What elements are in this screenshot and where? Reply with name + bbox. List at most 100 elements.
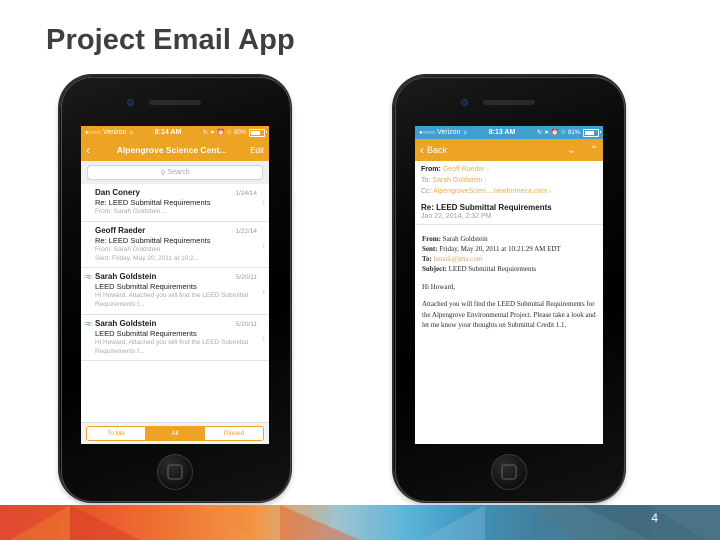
chevron-right-icon[interactable]: ›: [262, 333, 265, 343]
phone-mockup-left: ●○○○○ Verizon ▿ 8:14 AM ↻ ➤ ⏰ ☉ 80% ‹ Al…: [60, 76, 291, 502]
quoted-sent-value: Friday, May 20, 2011 at 10:21.29 AM EDT: [439, 244, 561, 253]
from-label: From:: [421, 166, 441, 173]
search-bar-container: ⚲ Search: [81, 161, 269, 184]
home-button-glyph: [501, 464, 517, 480]
mail-sender: Sarah Goldstein: [95, 272, 157, 282]
earpiece-speaker: [149, 100, 201, 105]
mail-date: 5/20/11: [235, 320, 257, 328]
mail-preview: From: Sarah Goldstein Sent: Friday, May …: [95, 245, 200, 262]
earpiece-speaker: [483, 100, 535, 105]
location-arrow-icon: ➤: [210, 130, 216, 136]
quoted-to-line: To: hmark@jma.com: [422, 254, 596, 264]
carrier-label: Verizon: [103, 129, 127, 136]
page-number: 4: [651, 511, 658, 525]
footer-triangle: [420, 505, 485, 540]
page-title: Project Email App: [46, 24, 295, 56]
message-nav-icons: ⌄ ⌃: [567, 145, 598, 156]
rotation-lock-icon: ↻: [537, 130, 543, 136]
footer-triangle: [520, 505, 580, 540]
mail-sender: Dan Conery: [95, 188, 140, 197]
back-button[interactable]: Back: [427, 145, 447, 155]
to-label: To:: [421, 176, 431, 184]
decorative-footer-banner: [0, 505, 720, 540]
footer-triangle: [650, 505, 705, 540]
mail-subject: Re: LEED Submittal Requirements: [95, 235, 211, 245]
quoted-subject-line: Subject: LEED Submittal Requirements: [422, 264, 596, 274]
chevron-down-icon[interactable]: ⌄: [567, 145, 575, 156]
mail-sender: Sarah Goldstein: [95, 318, 157, 328]
mail-list-item[interactable]: 📎 Sarah Goldstein 5/20/11 LEED Submittal…: [81, 268, 269, 315]
alarm-icon: ⏰: [551, 130, 559, 136]
mail-date: 1/24/14: [235, 190, 257, 197]
header-from-row[interactable]: From: Geoff Raeder ›: [421, 165, 597, 176]
message-headers: From: Geoff Raeder › To: Sarah Goldstein…: [415, 161, 603, 201]
battery-icon: [249, 128, 267, 137]
rotation-lock-icon: ↻: [203, 130, 209, 136]
footer-triangle: [580, 505, 650, 540]
bluetooth-icon: ☉: [560, 130, 566, 136]
chevron-right-icon[interactable]: ›: [487, 166, 489, 173]
signal-strength-icon: ●○○○○: [85, 129, 102, 136]
home-button[interactable]: [491, 454, 527, 490]
mail-list[interactable]: Dan Conery 1/24/14 Re: LEED Submittal Re…: [81, 184, 269, 362]
search-placeholder: Search: [167, 169, 190, 176]
home-button[interactable]: [157, 454, 193, 490]
home-button-glyph: [167, 464, 183, 480]
status-time: 8:13 AM: [488, 129, 516, 136]
chevron-right-icon[interactable]: ›: [484, 177, 486, 184]
segment-all[interactable]: All: [146, 427, 205, 440]
header-to-row[interactable]: To: Sarah Goldstein ›: [421, 176, 597, 187]
chevron-up-icon[interactable]: ⌃: [590, 145, 598, 156]
slide: Project Email App ●○○○○ Verizon ▿ 8:14 A…: [0, 0, 720, 540]
quoted-from-line: From: Sarah Goldstein: [422, 234, 596, 244]
chevron-right-icon[interactable]: ›: [549, 188, 551, 195]
footer-triangle: [280, 505, 360, 540]
status-bar-right: ●○○○○ Verizon ▿ 8:13 AM ↻ ➤ ⏰ ☉ 81%: [415, 126, 603, 139]
to-value[interactable]: Sarah Goldstein: [432, 177, 482, 184]
message-subject: Re: LEED Submittal Requirements: [421, 202, 552, 212]
status-icons-group: ↻ ➤ ⏰ ☉ 81%: [537, 128, 601, 137]
chevron-right-icon[interactable]: ›: [262, 240, 265, 250]
location-arrow-icon: ➤: [544, 130, 550, 136]
phone-mockup-right: ●○○○○ Verizon ▿ 8:13 AM ↻ ➤ ⏰ ☉ 81% ‹ Ba…: [394, 76, 625, 502]
body-greeting: Hi Howard,: [422, 283, 456, 292]
from-value[interactable]: Geoff Raeder: [443, 166, 485, 173]
segment-to-me[interactable]: To Me: [87, 427, 146, 440]
battery-icon: [583, 128, 601, 137]
screen-right: ●○○○○ Verizon ▿ 8:13 AM ↻ ➤ ⏰ ☉ 81% ‹ Ba…: [415, 126, 603, 444]
attachment-paperclip-icon: 📎: [84, 273, 94, 283]
cc-value[interactable]: AlpengroveScien....newformeca.com: [433, 188, 547, 195]
chevron-left-icon[interactable]: ‹: [86, 144, 90, 156]
chevron-left-icon[interactable]: ‹: [420, 144, 424, 156]
mail-preview: From: Sarah Goldstein ...: [95, 208, 168, 215]
chevron-right-icon[interactable]: ›: [262, 197, 265, 207]
quoted-from-value: Sarah Goldstein: [442, 234, 488, 243]
quoted-to-value[interactable]: hmark@jma.com: [434, 255, 483, 263]
mail-preview: Hi Howard, Attached you will find the LE…: [95, 292, 249, 309]
nav-bar-left: ‹ Alpengrove Science Cent... Edit: [81, 139, 269, 161]
nav-bar-right: ‹ Back ⌄ ⌃: [415, 139, 603, 161]
status-bar-left: ●○○○○ Verizon ▿ 8:14 AM ↻ ➤ ⏰ ☉ 80%: [81, 126, 269, 139]
edit-button[interactable]: Edit: [250, 146, 264, 155]
message-detail: From: Geoff Raeder › To: Sarah Goldstein…: [415, 161, 603, 444]
message-timestamp: Jan 22, 2014, 2:32 PM: [415, 212, 603, 225]
chevron-right-icon[interactable]: ›: [262, 286, 265, 296]
search-input[interactable]: ⚲ Search: [87, 165, 263, 180]
mail-list-item[interactable]: Dan Conery 1/24/14 Re: LEED Submittal Re…: [81, 184, 269, 222]
front-camera-icon: [461, 99, 468, 106]
quoted-to-label: To:: [422, 254, 432, 263]
footer-triangle: [200, 505, 255, 540]
quoted-from-label: From:: [422, 234, 441, 243]
quoted-subject-value: LEED Submittal Requirements: [448, 264, 537, 273]
mail-list-item[interactable]: 📎 Sarah Goldstein 5/20/11 LEED Submittal…: [81, 315, 269, 362]
segmented-control[interactable]: To Me All Pinned: [86, 426, 264, 441]
segment-pinned[interactable]: Pinned: [205, 427, 263, 440]
header-cc-row[interactable]: Cc: AlpengroveScien....newformeca.com ›: [421, 187, 597, 198]
mail-sender: Geoff Raeder: [95, 225, 146, 235]
segmented-control-container: To Me All Pinned: [81, 422, 269, 444]
footer-triangle: [10, 505, 70, 540]
status-icons-group: ↻ ➤ ⏰ ☉ 80%: [203, 128, 267, 137]
mail-list-item[interactable]: Geoff Raeder 1/22/14 Re: LEED Submittal …: [81, 222, 269, 269]
attachment-paperclip-icon: 📎: [84, 320, 94, 330]
